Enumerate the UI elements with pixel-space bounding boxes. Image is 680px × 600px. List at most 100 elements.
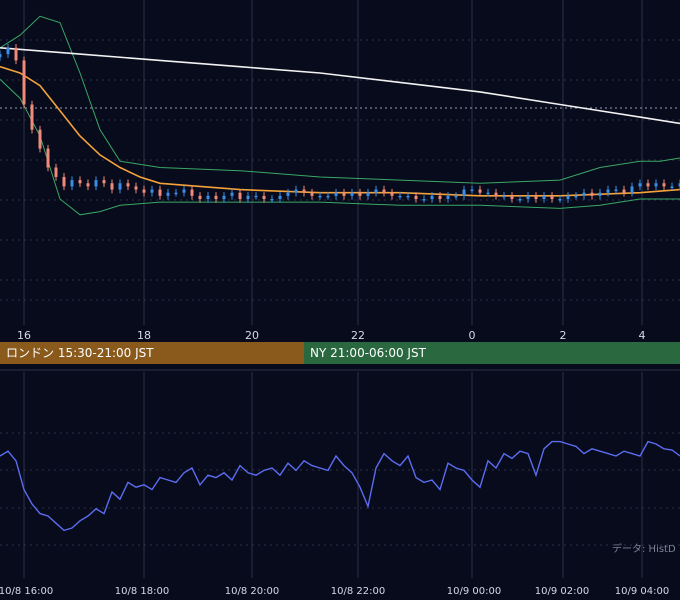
candle-body-83 <box>662 183 666 187</box>
rsi-x-tick-0: 10/8 16:00 <box>0 586 53 597</box>
candle-body-31 <box>246 195 250 199</box>
candle-body-15 <box>118 183 122 190</box>
candle-body-53 <box>422 199 426 201</box>
candle-body-18 <box>142 189 146 193</box>
candle-body-84 <box>670 186 674 188</box>
london-session-label: ロンドン 15:30-21:00 JST <box>6 346 154 360</box>
candle-body-29 <box>230 192 234 196</box>
candle-body-66 <box>526 195 530 199</box>
candle-body-41 <box>326 195 330 198</box>
candle-body-73 <box>582 192 586 196</box>
candle-body-56 <box>446 195 450 199</box>
chart-canvas: 16 18 20 22 0 2 4 10/8 16:00 10/8 18:00 10/8 20:… <box>0 0 680 600</box>
candle-body-12 <box>94 180 98 187</box>
candle-body-40 <box>318 195 322 198</box>
candle-body-6 <box>46 148 50 168</box>
candle-body-43 <box>342 192 346 196</box>
candle-body-74 <box>590 192 594 196</box>
rsi-x-tick-4: 10/9 00:00 <box>447 586 501 597</box>
candle-body-3 <box>22 60 26 105</box>
price-x-tick-2: 20 <box>245 329 259 342</box>
rsi-x-tick-5: 10/9 02:00 <box>535 586 589 597</box>
candle-body-8 <box>62 176 66 187</box>
candle-body-80 <box>638 183 642 187</box>
candle-body-16 <box>126 183 130 187</box>
candle-body-61 <box>486 192 490 195</box>
candle-body-39 <box>310 192 314 196</box>
candle-body-63 <box>502 195 506 198</box>
candle-body-79 <box>630 186 634 193</box>
candle-body-48 <box>382 189 386 193</box>
rsi-x-tick-3: 10/8 22:00 <box>331 586 385 597</box>
candle-body-33 <box>262 195 266 199</box>
candle-body-36 <box>286 192 290 196</box>
rsi-x-tick-2: 10/8 20:00 <box>225 586 279 597</box>
candle-body-47 <box>374 189 378 193</box>
rsi-x-tick-6: 10/9 04:00 <box>615 586 669 597</box>
candle-body-45 <box>358 192 362 196</box>
price-x-tick-3: 22 <box>351 329 365 342</box>
candle-body-9 <box>70 180 74 187</box>
candle-body-54 <box>430 195 434 199</box>
candle-body-24 <box>190 189 194 196</box>
candle-body-50 <box>398 195 402 198</box>
candle-body-70 <box>558 199 562 201</box>
candle-body-64 <box>510 195 514 199</box>
candle-body-67 <box>534 195 538 199</box>
candle-body-4 <box>30 104 34 130</box>
candle-body-5 <box>38 129 42 149</box>
candle-body-10 <box>78 180 82 184</box>
price-x-tick-6: 4 <box>639 329 646 342</box>
candle-body-34 <box>270 199 274 201</box>
candle-body-77 <box>614 189 618 192</box>
candle-body-72 <box>574 195 578 198</box>
candle-body-55 <box>438 195 442 199</box>
candle-body-82 <box>654 183 658 187</box>
candle-body-58 <box>462 189 466 196</box>
candle-body-71 <box>566 195 570 199</box>
price-x-tick-0: 16 <box>17 329 31 342</box>
candle-body-52 <box>414 195 418 199</box>
price-x-tick-4: 0 <box>469 329 476 342</box>
price-x-tick-1: 18 <box>137 329 151 342</box>
candle-body-19 <box>150 189 154 193</box>
candle-body-68 <box>542 195 546 199</box>
candle-body-46 <box>366 192 370 196</box>
candle-body-7 <box>54 167 58 177</box>
candle-body-65 <box>518 199 522 201</box>
candle-body-27 <box>214 195 218 199</box>
candle-body-23 <box>182 189 186 193</box>
candle-body-75 <box>598 192 602 196</box>
candle-body-78 <box>622 189 626 193</box>
candle-body-1 <box>6 47 10 55</box>
candle-body-57 <box>454 195 458 198</box>
candle-body-81 <box>646 183 650 187</box>
source-note: データ: HistData <box>612 544 676 555</box>
candle-body-2 <box>14 47 18 61</box>
candle-body-62 <box>494 192 498 196</box>
candle-body-38 <box>302 189 306 193</box>
candle-body-37 <box>294 189 298 193</box>
candle-body-0 <box>0 54 2 58</box>
candle-body-44 <box>350 192 354 196</box>
candle-body-20 <box>158 189 162 196</box>
candle-body-49 <box>390 192 394 196</box>
candle-body-30 <box>238 192 242 199</box>
candle-body-13 <box>102 180 106 184</box>
candle-body-26 <box>206 195 210 199</box>
price-x-tick-5: 2 <box>560 329 567 342</box>
ny-session-label: NY 21:00-06:00 JST <box>310 346 426 360</box>
candle-body-17 <box>134 186 138 190</box>
candle-body-22 <box>174 192 178 195</box>
candle-body-25 <box>198 195 202 199</box>
candle-body-59 <box>470 189 474 192</box>
candle-body-21 <box>166 192 170 196</box>
candle-body-11 <box>86 183 90 187</box>
candle-body-51 <box>406 195 410 198</box>
candle-body-35 <box>278 195 282 199</box>
rsi-x-tick-1: 10/8 18:00 <box>115 586 169 597</box>
candle-body-60 <box>478 189 482 193</box>
candle-body-69 <box>550 195 554 199</box>
candle-body-14 <box>110 183 114 190</box>
candle-body-76 <box>606 189 610 193</box>
